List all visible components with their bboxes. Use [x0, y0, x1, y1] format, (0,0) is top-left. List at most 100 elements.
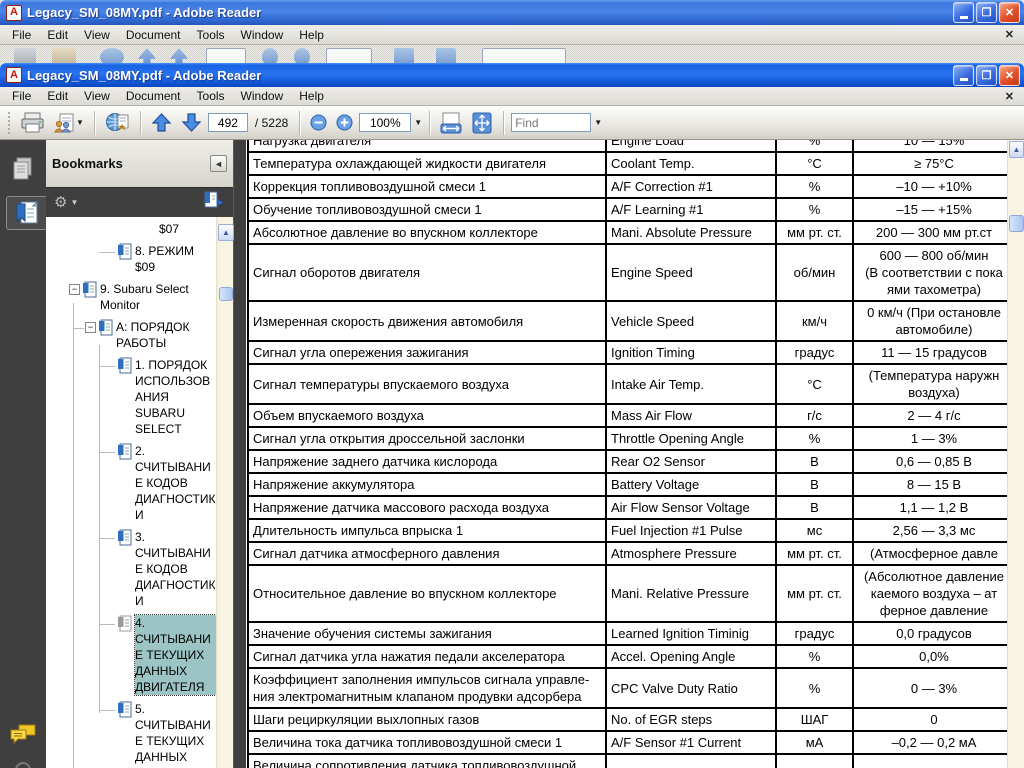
expander-minus-icon[interactable]: − — [85, 322, 96, 333]
attachments-panel-button[interactable] — [15, 762, 31, 768]
zoom-in-button[interactable] — [333, 112, 356, 133]
table-row: Напряжение аккумулятора Battery Voltage … — [248, 473, 1007, 496]
restore-button[interactable]: ❐ — [976, 65, 997, 86]
fit-width-button[interactable] — [437, 110, 465, 136]
toolbar: ▼ / 5228 100% ▼ ▼ — [0, 106, 1024, 140]
param-name-en: A/F Sensor #1 Current — [606, 731, 776, 754]
printer-icon — [21, 112, 44, 133]
menu-help[interactable]: Help — [291, 87, 332, 105]
param-unit: мА — [776, 731, 853, 754]
close-button[interactable]: ✕ — [999, 2, 1020, 23]
table-row: Коэффициент заполнения импульсов сигнала… — [248, 668, 1007, 708]
bookmark-item[interactable]: − 9. Subaru Select Monitor — [46, 281, 216, 313]
chevron-down-icon[interactable]: ▼ — [414, 119, 422, 127]
param-description-ru: Коэффициент заполнения импульсов сигнала… — [248, 668, 606, 708]
bookmark-item[interactable]: 1. ПОРЯДОК ИСПОЛЬЗОВ АНИЯ SUBARU SELECT — [46, 357, 216, 437]
zoom-out-icon — [310, 114, 327, 131]
pdf-file-icon: A — [6, 67, 22, 83]
previous-page-button[interactable] — [148, 110, 175, 135]
bookmark-item[interactable]: 5. СЧИТЫВАНИЕ ТЕКУЩИХ ДАННЫХ ДВИГАТЕЛЯ — [46, 701, 216, 768]
bookmarks-scrollbar[interactable]: ▲ — [217, 217, 233, 768]
menu-document[interactable]: Document — [118, 26, 189, 44]
param-description-ru: Напряжение датчика массового расхода воз… — [248, 496, 606, 519]
param-unit: В — [776, 496, 853, 519]
email-button[interactable]: ▼ — [50, 111, 87, 135]
menu-file[interactable]: File — [4, 87, 39, 105]
fit-page-button[interactable] — [468, 110, 496, 136]
bookmarks-panel-header: Bookmarks ◄ — [46, 140, 233, 188]
bookmark-label: 4. СЧИТЫВАНИЕ ТЕКУЩИХ ДАННЫХ ДВИГАТЕЛЯ — [135, 615, 216, 695]
param-unit: мс — [776, 519, 853, 542]
scroll-up-button[interactable]: ▲ — [218, 224, 234, 241]
desktop: A Legacy_SM_08MY.pdf - Adobe Reader ❐ ✕ … — [0, 0, 1024, 768]
bookmark-item[interactable]: 8. РЕЖИМ $09 — [46, 243, 216, 275]
close-button[interactable]: ✕ — [999, 65, 1020, 86]
param-description-ru: Нагрузка двигателя — [248, 140, 606, 152]
print-button[interactable] — [18, 110, 47, 135]
menu-window[interactable]: Window — [233, 26, 292, 44]
bookmark-page-icon — [117, 443, 132, 464]
table-row: Коррекция топливовоздушной смеси 1 A/F C… — [248, 175, 1007, 198]
toolbar-separator — [429, 111, 430, 135]
bookmark-item[interactable]: 2. СЧИТЫВАНИЕ КОДОВ ДИАГНОСТИКИ — [46, 443, 216, 523]
restore-button[interactable]: ❐ — [976, 2, 997, 23]
param-description-ru: Обучение топливовоздушной смеси 1 — [248, 198, 606, 221]
param-name-en: Fuel Injection #1 Pulse — [606, 519, 776, 542]
menu-document[interactable]: Document — [118, 87, 189, 105]
zoom-level-select[interactable]: 100% — [359, 113, 411, 132]
table-row: Значение обучения системы зажигания Lear… — [248, 622, 1007, 645]
comments-panel-button[interactable] — [6, 718, 40, 752]
menu-edit[interactable]: Edit — [39, 87, 76, 105]
bookmark-item[interactable]: − А: ПОРЯДОК РАБОТЫ — [46, 319, 216, 351]
param-description-ru: Длительность импульса впрыска 1 — [248, 519, 606, 542]
bookmarks-panel-button[interactable] — [6, 196, 46, 230]
minimize-button[interactable] — [953, 65, 974, 86]
bookmark-item[interactable]: 4. СЧИТЫВАНИЕ ТЕКУЩИХ ДАННЫХ ДВИГАТЕЛЯ — [46, 615, 216, 695]
menu-window[interactable]: Window — [233, 87, 292, 105]
chevron-down-icon[interactable]: ▼ — [594, 119, 602, 127]
minimize-button[interactable] — [953, 2, 974, 23]
menu-tools[interactable]: Tools — [189, 87, 233, 105]
menubar-close-icon[interactable]: ✕ — [1005, 90, 1020, 103]
menu-file[interactable]: File — [4, 26, 39, 44]
navigation-tab-strip — [0, 140, 46, 768]
param-unit: % — [776, 175, 853, 198]
document-scrollbar[interactable]: ▲ — [1007, 140, 1024, 768]
background-window-title: Legacy_SM_08MY.pdf - Adobe Reader — [27, 5, 948, 20]
menu-tools[interactable]: Tools — [189, 26, 233, 44]
background-window-titlebar[interactable]: A Legacy_SM_08MY.pdf - Adobe Reader ❐ ✕ — [0, 0, 1024, 25]
find-input[interactable] — [511, 113, 591, 132]
bookmark-page-icon — [117, 243, 132, 264]
scroll-up-button[interactable]: ▲ — [1009, 141, 1024, 158]
page-number-input[interactable] — [208, 113, 248, 132]
param-unit: °C — [776, 364, 853, 404]
next-page-button[interactable] — [178, 110, 205, 135]
param-unit: мм рт. ст. — [776, 221, 853, 244]
web-upload-button[interactable] — [102, 110, 133, 136]
zoom-out-button[interactable] — [307, 112, 330, 133]
menubar-close-icon[interactable]: ✕ — [1005, 28, 1020, 41]
toolbar-grip[interactable] — [7, 111, 12, 135]
menu-help[interactable]: Help — [291, 26, 332, 44]
globe-document-icon — [105, 112, 130, 134]
param-name-en: Learned Ignition Timinig — [606, 622, 776, 645]
collapse-panel-button[interactable]: ◄ — [210, 155, 227, 172]
param-description-ru: Коррекция топливовоздушной смеси 1 — [248, 175, 606, 198]
bookmark-item[interactable]: $07 — [46, 221, 216, 237]
param-description-ru: Сигнал угла опережения зажигания — [248, 341, 606, 364]
scrollbar-thumb[interactable] — [1009, 215, 1024, 232]
menu-view[interactable]: View — [76, 26, 118, 44]
expander-minus-icon[interactable]: − — [69, 284, 80, 295]
window-titlebar[interactable]: A Legacy_SM_08MY.pdf - Adobe Reader ❐ ✕ — [0, 63, 1024, 87]
options-gear-icon[interactable]: ⚙ — [54, 195, 67, 210]
scrollbar-thumb[interactable] — [219, 287, 233, 301]
pages-panel-button[interactable] — [6, 152, 40, 186]
menu-edit[interactable]: Edit — [39, 26, 76, 44]
bookmark-label: $07 — [159, 221, 216, 237]
expand-current-bookmark-button[interactable] — [203, 191, 225, 214]
bookmark-item[interactable]: 3. СЧИТЫВАНИЕ КОДОВ ДИАГНОСТИКИ — [46, 529, 216, 609]
panel-resize-handle[interactable] — [233, 140, 246, 768]
chevron-down-icon[interactable]: ▼ — [70, 198, 78, 207]
param-value: 0,0% — [853, 645, 1007, 668]
menu-view[interactable]: View — [76, 87, 118, 105]
